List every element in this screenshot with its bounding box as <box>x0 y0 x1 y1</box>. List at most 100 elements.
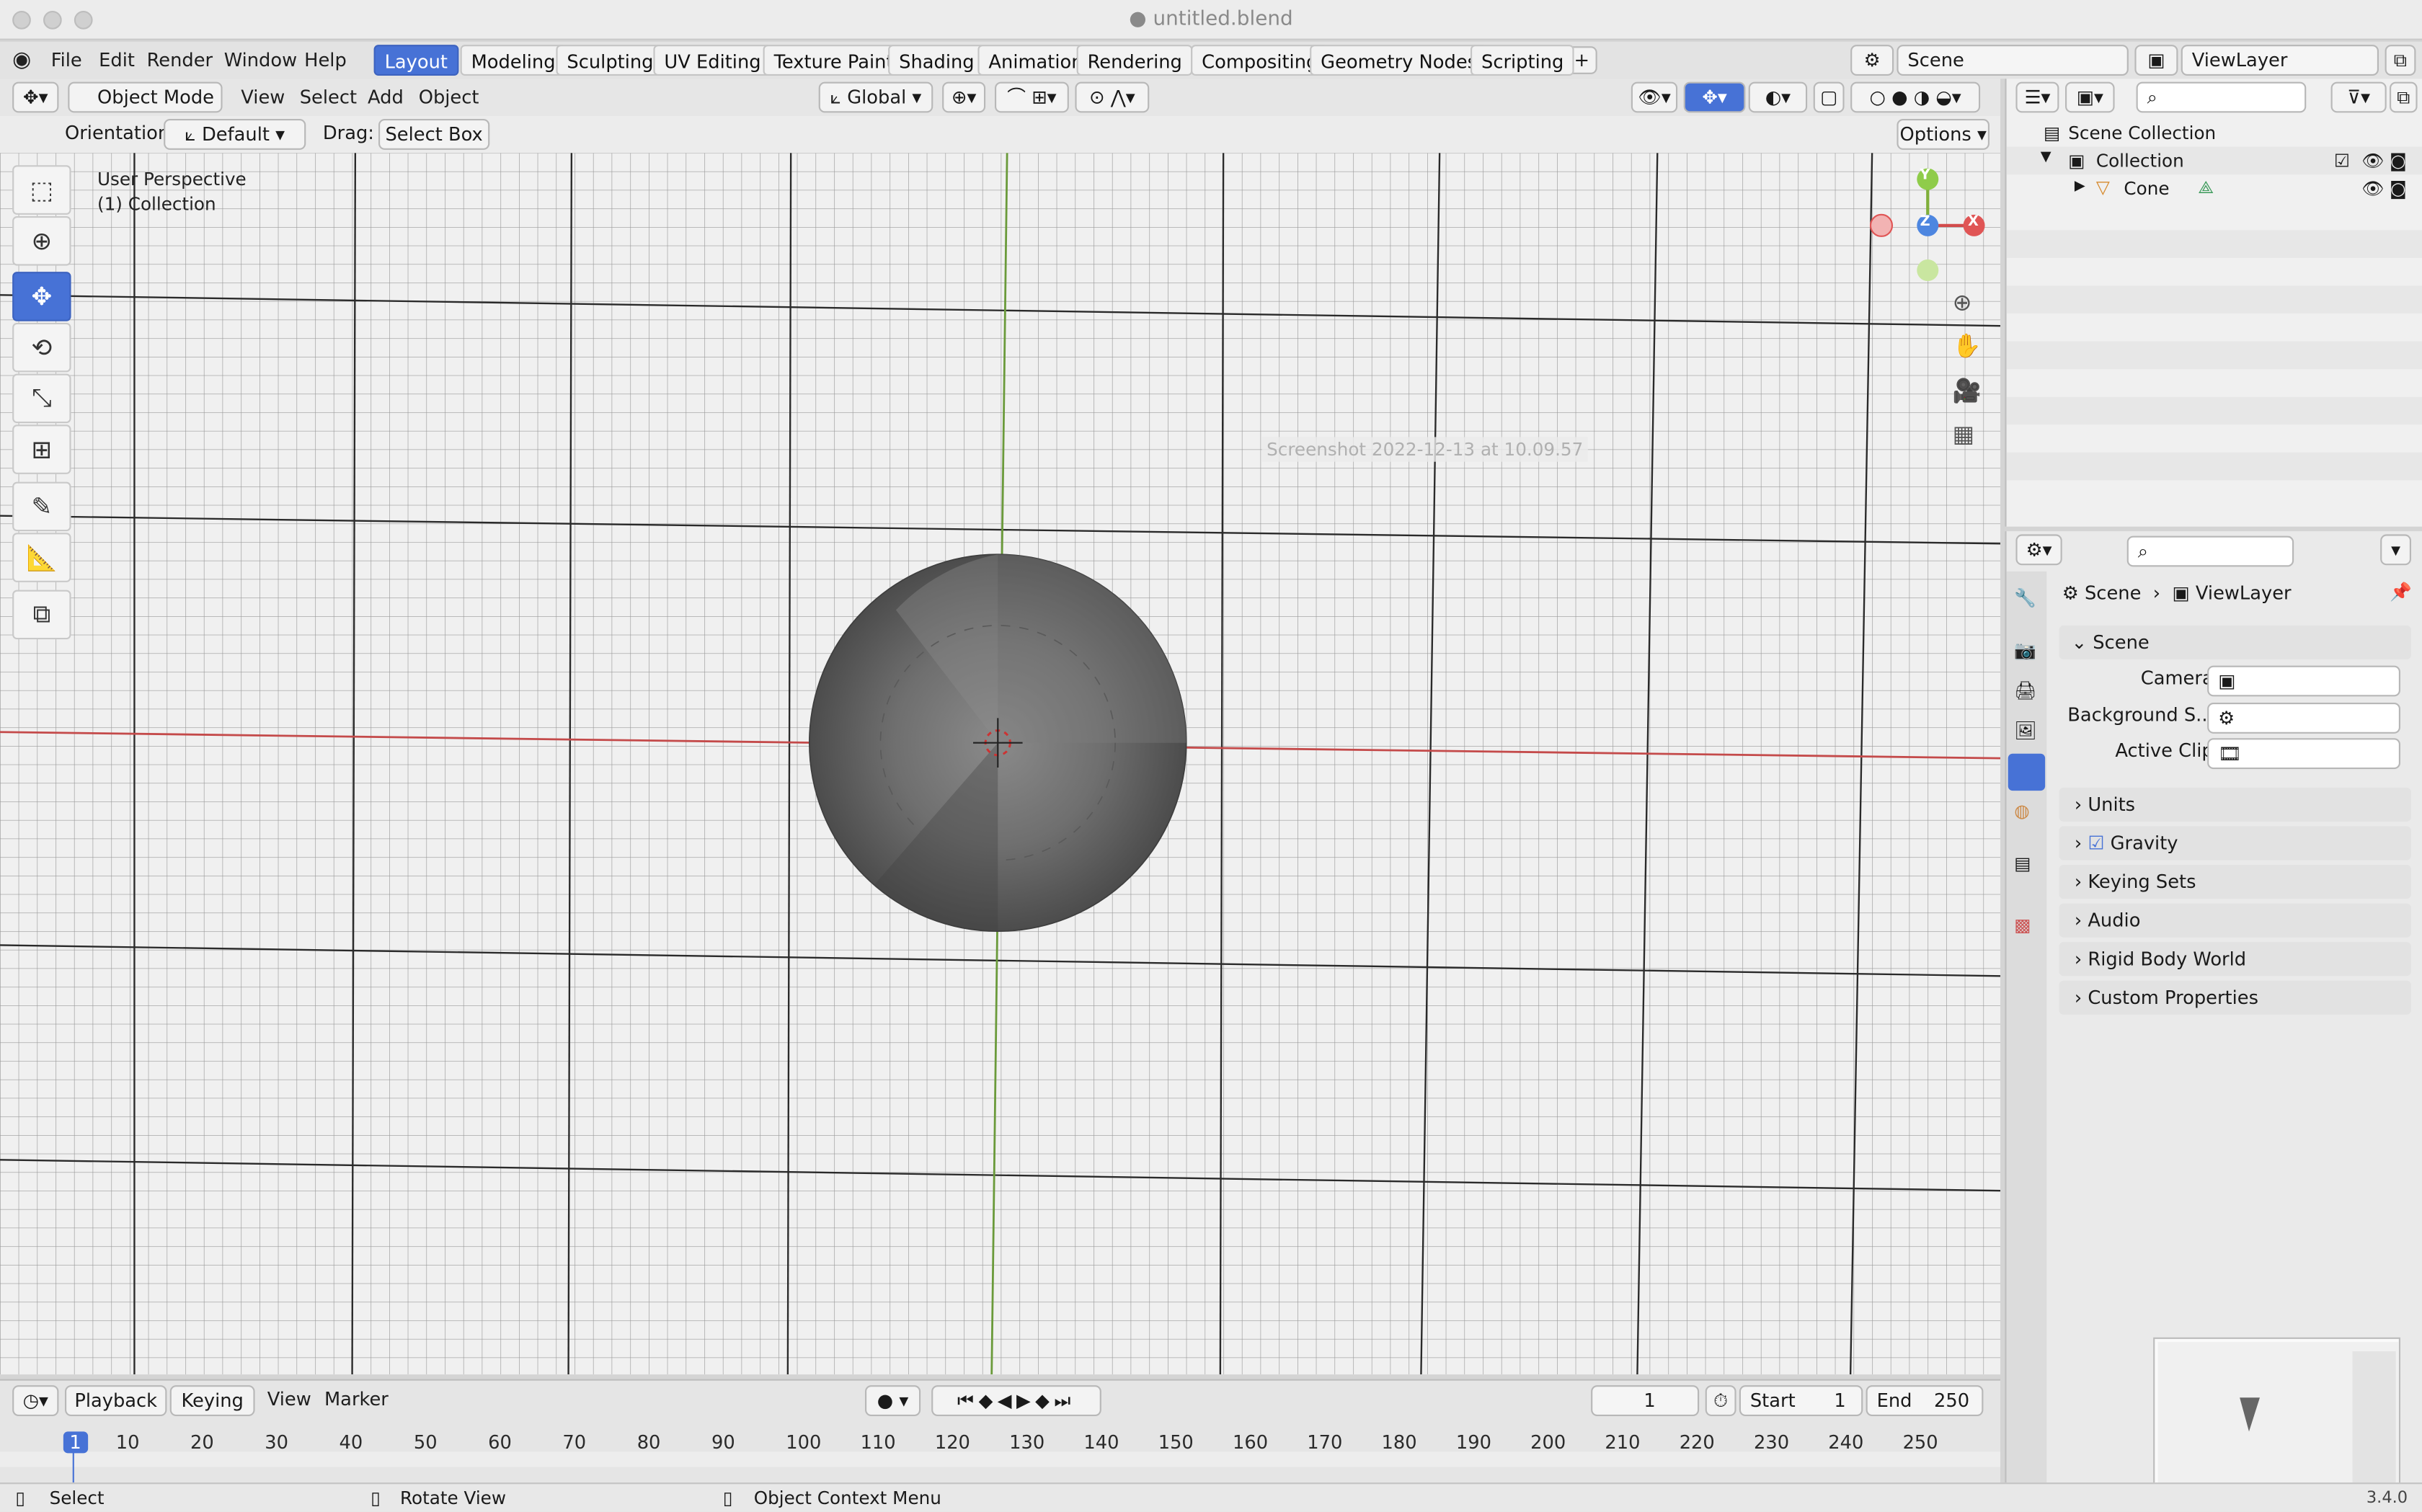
blender-logo-icon[interactable]: ◉ <box>12 48 31 72</box>
display-mode-dropdown[interactable]: ▣▾ <box>2065 81 2115 113</box>
view-layer-tab-icon[interactable]: 🖼 <box>2014 720 2036 742</box>
expand-arrow-icon[interactable]: ▼ <box>2041 150 2051 165</box>
add-viewlayer-button[interactable]: ⧉ <box>2385 45 2416 76</box>
zoom-icon[interactable]: ⊕ <box>1953 289 1972 317</box>
auto-keying-button[interactable]: ● ▾ <box>865 1385 921 1416</box>
timeline-editor-type-button[interactable]: ◷▾ <box>12 1385 59 1416</box>
scene-panel-header[interactable]: ⌄ Scene <box>2059 625 2411 659</box>
playback-controls[interactable]: ⏮◆◀▶◆⏭ <box>931 1385 1101 1416</box>
filter-dropdown[interactable]: ⊽▾ <box>2330 81 2387 113</box>
tab-shading[interactable]: Shading <box>888 45 985 76</box>
panel-rigid-body-world[interactable]: › Rigid Body World <box>2059 942 2411 977</box>
background-scene-field[interactable]: ⚙ <box>2207 702 2400 734</box>
camera-field[interactable]: ▣ <box>2207 665 2400 697</box>
rotate-tool-button[interactable]: ⟲ <box>12 322 71 373</box>
tab-geometry-nodes[interactable]: Geometry Nodes <box>1310 45 1489 76</box>
collection-tab-icon[interactable]: ▤ <box>2014 853 2031 874</box>
timeline-menu-playback[interactable]: Playback <box>65 1385 167 1416</box>
panel-units[interactable]: › Units <box>2059 787 2411 822</box>
eye-icon[interactable]: 👁 <box>2361 150 2384 172</box>
render-camera-icon[interactable]: ◙ <box>2390 150 2407 172</box>
drag-dropdown[interactable]: Select Box ▾ <box>378 119 490 173</box>
shading-mode-buttons[interactable]: ○ ● ◑ ◒▾ <box>1850 81 1981 113</box>
xray-toggle-button[interactable]: ▢ <box>1813 81 1845 113</box>
visibility-dropdown[interactable]: 👁▾ <box>1631 81 1678 113</box>
options-dropdown[interactable]: Options ▾ <box>1897 119 1990 150</box>
transform-tool-button[interactable]: ⊞ <box>12 424 71 474</box>
properties-options-button[interactable]: ▾ <box>2380 534 2411 566</box>
current-frame-field[interactable]: 1 <box>1591 1385 1700 1416</box>
menu-edit[interactable]: Edit <box>99 46 135 74</box>
frame-tick-1[interactable]: 1 <box>63 1431 88 1454</box>
scale-tool-button[interactable]: ⤡ <box>12 373 71 424</box>
move-tool-button[interactable]: ✥ <box>12 272 71 321</box>
timeline-menu-marker[interactable]: Marker <box>324 1385 389 1413</box>
ortho-grid-icon[interactable]: ▦ <box>1953 420 1974 448</box>
tab-texture-paint[interactable]: Texture Paint <box>763 45 905 76</box>
editor-type-button[interactable]: ✥▾ <box>12 81 59 113</box>
panel-custom-properties[interactable]: › Custom Properties <box>2059 980 2411 1015</box>
expand-arrow-icon[interactable]: ▶ <box>2075 179 2085 195</box>
scene-selector-button[interactable]: ⚙ <box>1850 45 1894 76</box>
scene-tab-icon[interactable] <box>2008 753 2046 791</box>
outliner-row-cone[interactable]: ▶ ▽ Cone ⟁ 👁 ◙ <box>2007 174 2422 203</box>
outliner-row-collection[interactable]: ▼ ▣ Collection ☑ 👁 ◙ <box>2006 146 2422 175</box>
header-menu-select[interactable]: Select <box>300 84 357 112</box>
active-clip-field[interactable]: 🎞 <box>2207 738 2400 770</box>
panel-audio[interactable]: › Audio <box>2059 903 2411 938</box>
output-tab-icon[interactable]: 🖨 <box>2014 680 2036 701</box>
scene-name-field[interactable]: Scene <box>1897 45 2129 76</box>
tab-compositing[interactable]: Compositing <box>1191 45 1329 76</box>
texture-tab-icon[interactable]: ▩ <box>2014 915 2031 936</box>
panel-gravity[interactable]: › ☑ Gravity <box>2059 826 2411 860</box>
overlays-toggle-button[interactable]: ◐▾ <box>1748 81 1808 113</box>
menu-help[interactable]: Help <box>304 46 347 74</box>
orientation-dropdown[interactable]: ⟀ Default ▾ <box>164 119 306 150</box>
tool-tab-icon[interactable]: 🔧 <box>2014 587 2036 608</box>
eye-icon[interactable]: 👁 <box>2361 177 2384 199</box>
tab-layout[interactable]: Layout <box>373 45 458 76</box>
gravity-checkbox[interactable]: ☑ <box>2088 832 2110 854</box>
tab-uv-editing[interactable]: UV Editing <box>653 45 772 76</box>
annotate-tool-button[interactable]: ✎ <box>12 481 71 532</box>
add-cube-tool-button[interactable]: ⧉ <box>12 590 71 640</box>
header-menu-object[interactable]: Object <box>419 84 479 112</box>
tab-rendering[interactable]: Rendering <box>1076 45 1193 76</box>
panel-keying-sets[interactable]: › Keying Sets <box>2059 865 2411 899</box>
header-menu-add[interactable]: Add <box>368 84 404 112</box>
screenshot-thumbnail[interactable] <box>2153 1337 2400 1492</box>
navigation-gizmo[interactable]: Y Z X <box>1861 165 1992 296</box>
start-frame-field[interactable]: Start 1 <box>1739 1385 1863 1416</box>
new-collection-button[interactable]: ⧉ <box>2390 81 2418 113</box>
world-tab-icon[interactable]: ◍ <box>2014 800 2030 822</box>
viewlayer-selector-button[interactable]: ▣ <box>2134 45 2178 76</box>
outliner-row-scene-collection[interactable]: ▤ Scene Collection <box>2007 119 2422 147</box>
3d-viewport[interactable]: User Perspective (1) Collection Screensh… <box>0 153 2000 1375</box>
menu-render[interactable]: Render <box>147 46 213 74</box>
timeline-track[interactable] <box>0 1451 2000 1467</box>
camera-view-icon[interactable]: 🎥 <box>1953 377 1982 405</box>
mode-dropdown[interactable]: Object Mode ▾ <box>68 81 223 136</box>
end-frame-field[interactable]: End 250 <box>1866 1385 1984 1416</box>
snapping-button[interactable]: ⌒ ⊞▾ <box>995 81 1069 113</box>
gizmo-toggle-button[interactable]: ✥▾ <box>1683 81 1746 113</box>
cursor-tool-button[interactable]: ⊕ <box>12 216 71 266</box>
tab-sculpting[interactable]: Sculpting <box>556 45 665 76</box>
exclude-checkbox[interactable]: ☑ <box>2334 150 2350 172</box>
menu-file[interactable]: File <box>51 46 82 74</box>
viewlayer-name-field[interactable]: ViewLayer <box>2181 45 2379 76</box>
proportional-editing-button[interactable]: ⊙ ⋀▾ <box>1075 81 1150 113</box>
timeline-menu-keying[interactable]: Keying <box>169 1385 255 1416</box>
render-tab-icon[interactable]: 📷 <box>2014 639 2036 661</box>
properties-editor-type-button[interactable]: ⚙▾ <box>2015 534 2062 566</box>
pan-hand-icon[interactable]: ✋ <box>1953 332 1982 360</box>
properties-search-input[interactable]: ⌕ <box>2126 535 2294 567</box>
measure-tool-button[interactable]: 📐 <box>12 533 71 582</box>
menu-window[interactable]: Window <box>224 46 297 74</box>
tab-scripting[interactable]: Scripting <box>1470 45 1575 76</box>
header-menu-view[interactable]: View <box>241 84 285 112</box>
timeline-menu-view[interactable]: View <box>267 1385 311 1413</box>
tab-modeling[interactable]: Modeling <box>460 45 567 76</box>
use-preview-range-icon[interactable]: ⏱ <box>1705 1385 1736 1416</box>
render-camera-icon[interactable]: ◙ <box>2390 177 2407 199</box>
